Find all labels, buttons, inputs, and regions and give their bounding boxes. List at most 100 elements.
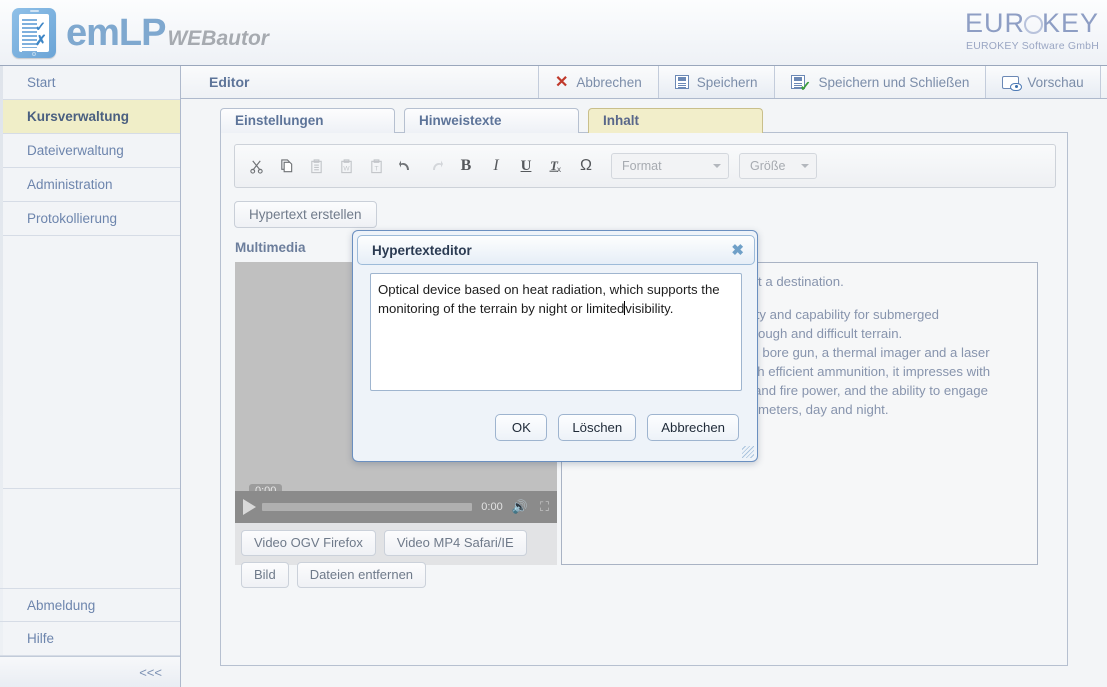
ok-button[interactable]: OK <box>495 414 548 441</box>
media-button-label: Video OGV Firefox <box>254 535 363 550</box>
save-disk-icon <box>674 75 689 89</box>
brand-logo: ✓ ✗ emLP WEBautor <box>12 8 269 58</box>
multimedia-label: Multimedia <box>235 240 306 255</box>
brand-name: emLP <box>66 11 166 54</box>
sidebar-item-kursverwaltung[interactable]: Kursverwaltung <box>0 100 180 134</box>
undo-icon[interactable] <box>393 153 419 179</box>
underline-icon[interactable]: U <box>513 153 539 179</box>
remove-format-icon[interactable]: T x <box>543 153 569 179</box>
media-button-label: Dateien entfernen <box>309 567 414 582</box>
format-select[interactable]: Format <box>611 153 729 179</box>
dateien-entfernen-button[interactable]: Dateien entfernen <box>296 562 427 588</box>
paste-as-text-icon[interactable]: T <box>363 153 389 179</box>
page-title: Editor <box>181 66 539 98</box>
paste-icon[interactable] <box>303 153 329 179</box>
editor-toolbar: Editor ✕ Abbrechen Speichern ✓ Speichern… <box>181 66 1107 99</box>
sidebar-item-label: Dateiverwaltung <box>27 143 124 158</box>
sidebar-item-dateiverwaltung[interactable]: Dateiverwaltung <box>0 134 180 168</box>
size-select[interactable]: Größe <box>739 153 817 179</box>
dialog-resize-grip[interactable] <box>742 446 754 458</box>
sidebar-item-label: Start <box>27 75 56 90</box>
svg-text:W: W <box>343 165 350 172</box>
delete-button-label: Löschen <box>572 420 623 435</box>
video-controls: 0:00 🔊 ⛶ <box>235 491 557 523</box>
video-mp4-safari-ie-button[interactable]: Video MP4 Safari/IE <box>383 530 527 556</box>
vendor-name-right: KEY <box>1041 8 1099 38</box>
sidebar-item-label: Hilfe <box>27 631 55 646</box>
seek-slider[interactable] <box>262 503 473 511</box>
dialog-title-bar[interactable]: Hypertexteditor ✖ <box>357 235 755 265</box>
delete-button[interactable]: Löschen <box>558 414 637 441</box>
preview-monitor-icon <box>1002 75 1023 91</box>
app-header: ✓ ✗ emLP WEBautor EUR KEY EUROKEY Softwar… <box>0 0 1107 66</box>
fullscreen-icon[interactable]: ⛶ <box>540 499 549 515</box>
vendor-subtitle: EUROKEY Software GmbH <box>966 40 1099 52</box>
collapse-label: <<< <box>139 665 162 680</box>
sidebar-item-label: Protokollierung <box>27 211 118 226</box>
italic-icon[interactable]: I <box>483 153 509 179</box>
cancel-x-icon: ✕ <box>555 74 569 91</box>
chevron-down-icon <box>713 164 721 168</box>
vendor-logo: EUR KEY EUROKEY Software GmbH <box>965 8 1099 52</box>
sidebar-item-label: Kursverwaltung <box>27 109 130 124</box>
tab-inhalt[interactable]: Inhalt <box>588 108 763 133</box>
sidebar-spacer <box>0 236 180 489</box>
sidebar-nav: Start Kursverwaltung Dateiverwaltung Adm… <box>0 66 181 687</box>
special-char-icon[interactable]: Ω <box>573 153 599 179</box>
tab-einstellungen[interactable]: Einstellungen <box>220 108 395 133</box>
media-buttons-row-2: Bild Dateien entfernen <box>241 562 427 588</box>
bold-icon[interactable]: B <box>453 153 479 179</box>
format-select-label: Format <box>622 159 662 173</box>
textarea-line-2-b: visibility. <box>625 301 674 316</box>
cancel-button[interactable]: ✕ Abbrechen <box>539 66 659 98</box>
dialog-button-row: OK Löschen Abbrechen <box>495 414 739 441</box>
brand-subname: WEBautor <box>167 26 269 50</box>
sidebar-item-label: Administration <box>27 177 113 192</box>
chevron-down-icon <box>801 164 809 168</box>
vendor-name-left: EUR <box>964 8 1025 38</box>
tab-label: Hinweistexte <box>419 113 502 128</box>
cancel-button-label: Abbrechen <box>661 420 725 435</box>
paste-from-word-icon[interactable]: W <box>333 153 359 179</box>
preview-button-label: Vorschau <box>1027 74 1084 90</box>
sidebar-item-protokollierung[interactable]: Protokollierung <box>0 202 180 236</box>
create-hypertext-label: Hypertext erstellen <box>249 207 362 222</box>
preview-button[interactable]: Vorschau <box>986 66 1101 98</box>
tab-label: Einstellungen <box>235 113 324 128</box>
svg-text:x: x <box>557 165 561 174</box>
save-close-icon: ✓ <box>790 74 811 94</box>
sidebar-collapse-button[interactable]: <<< <box>0 656 180 687</box>
sidebar-bottom-group: Abmeldung Hilfe <<< <box>0 588 180 687</box>
close-icon[interactable]: ✖ <box>731 243 744 258</box>
cut-icon[interactable] <box>243 153 269 179</box>
application-window: ✓ ✗ emLP WEBautor EUR KEY EUROKEY Softwar… <box>0 0 1107 687</box>
ok-button-label: OK <box>511 420 531 435</box>
sidebar-item-abmeldung[interactable]: Abmeldung <box>0 588 180 622</box>
textarea-line-1: Optical device based on heat radiation, … <box>378 282 698 297</box>
save-and-close-button[interactable]: ✓ Speichern und Schließen <box>775 66 987 98</box>
tab-label: Inhalt <box>603 113 639 128</box>
sidebar-item-start[interactable]: Start <box>0 66 180 100</box>
sidebar-item-administration[interactable]: Administration <box>0 168 180 202</box>
tab-hinweistexte[interactable]: Hinweistexte <box>404 108 579 133</box>
save-and-close-button-label: Speichern und Schließen <box>818 74 970 90</box>
bild-button[interactable]: Bild <box>241 562 289 588</box>
media-button-label: Bild <box>254 567 276 582</box>
save-button[interactable]: Speichern <box>658 66 775 98</box>
hypertext-textarea[interactable]: Optical device based on heat radiation, … <box>370 273 742 391</box>
create-hypertext-button[interactable]: Hypertext erstellen <box>234 201 377 228</box>
media-button-label: Video MP4 Safari/IE <box>396 535 514 550</box>
size-select-label: Größe <box>750 159 786 173</box>
rich-text-toolbar: W T B I U T x Ω Format Größe <box>234 144 1056 188</box>
volume-icon[interactable]: 🔊 <box>512 499 528 515</box>
media-buttons-row-1: Video OGV Firefox Video MP4 Safari/IE <box>241 530 527 556</box>
save-button-label: Speichern <box>696 74 758 90</box>
vendor-ring-icon <box>1023 15 1043 34</box>
play-icon[interactable] <box>243 499 256 515</box>
page-title-label: Editor <box>209 74 250 90</box>
cancel-button[interactable]: Abbrechen <box>647 414 739 441</box>
video-ogv-firefox-button[interactable]: Video OGV Firefox <box>241 530 376 556</box>
sidebar-item-hilfe[interactable]: Hilfe <box>0 622 180 656</box>
copy-icon[interactable] <box>273 153 299 179</box>
redo-icon[interactable] <box>423 153 449 179</box>
